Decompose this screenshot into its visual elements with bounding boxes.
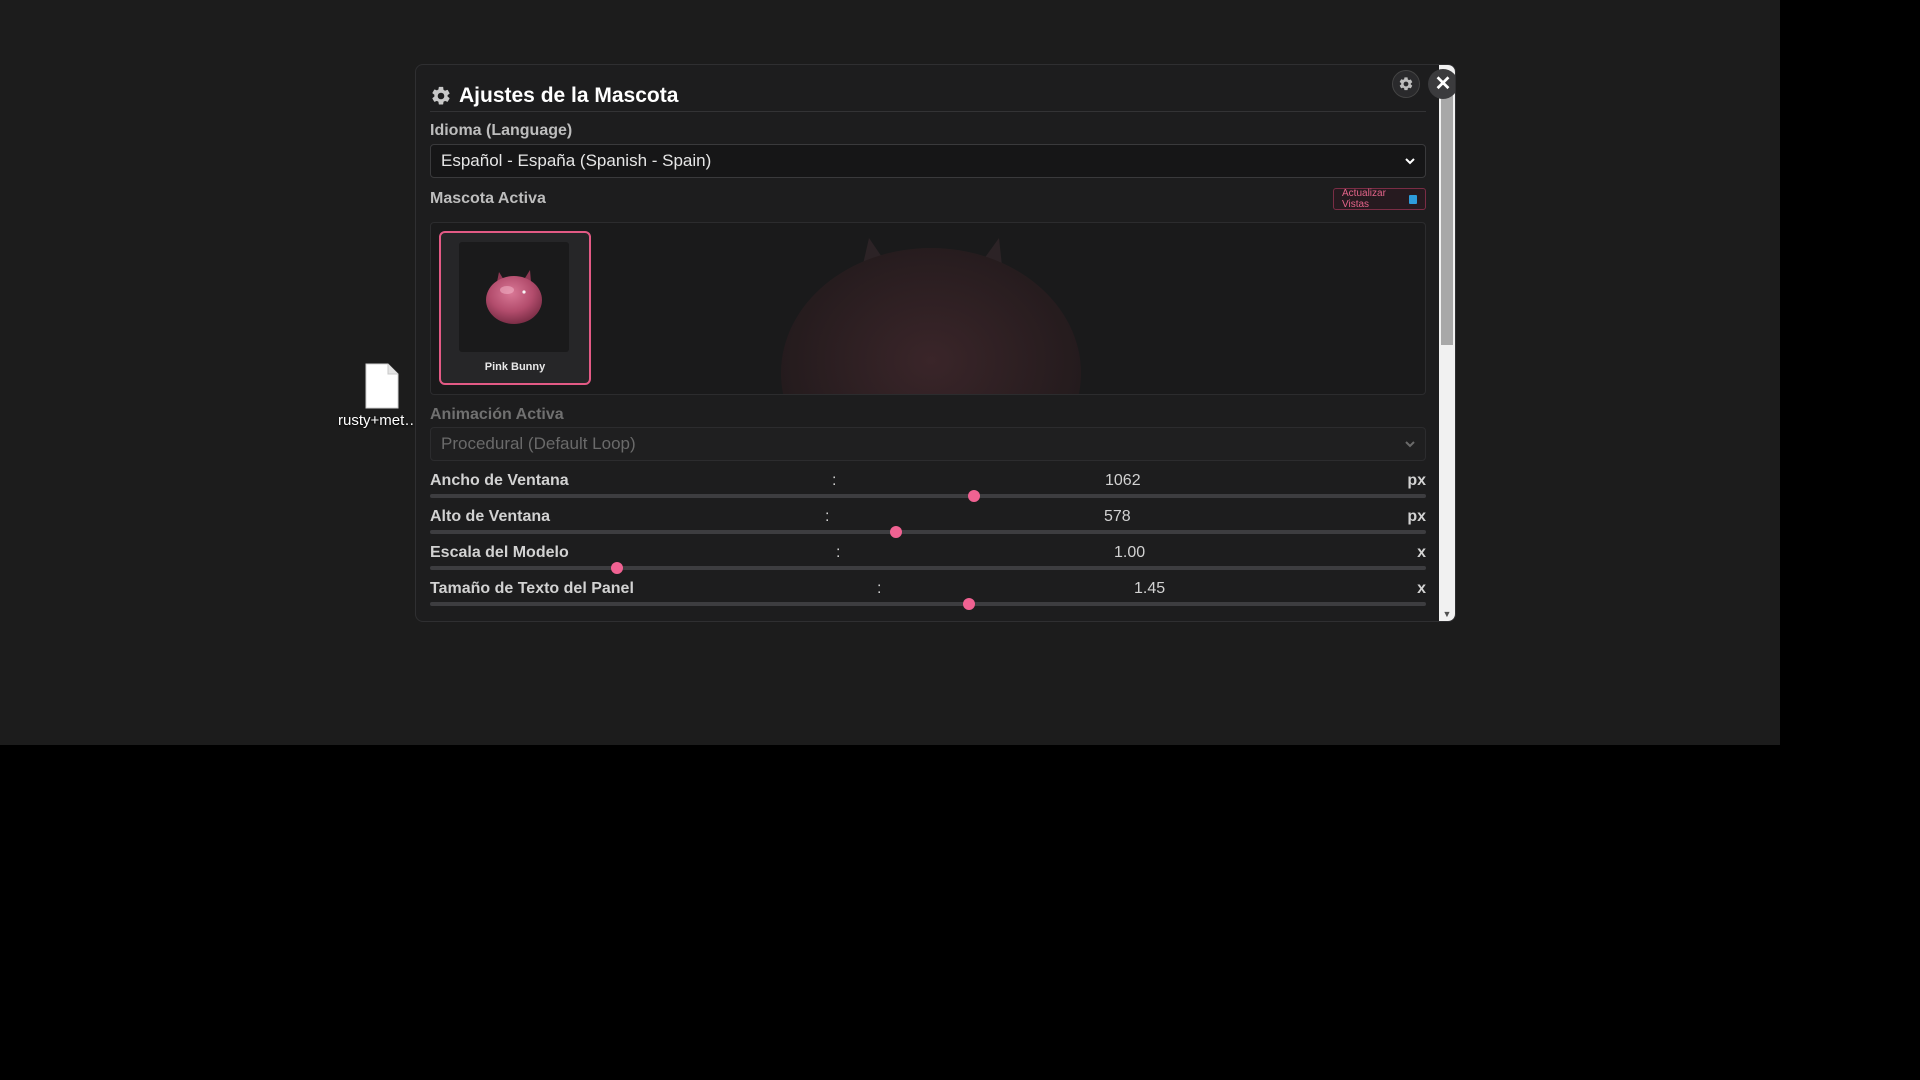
header-divider <box>430 111 1426 112</box>
settings-gear-button[interactable] <box>1392 70 1420 98</box>
slider-value: 1062 <box>1105 472 1141 489</box>
slider-track[interactable] <box>430 566 1426 570</box>
slider-value: 578 <box>1104 508 1131 525</box>
language-selected-value: Español - España (Spanish - Spain) <box>441 151 712 170</box>
slider-label: Tamaño de Texto del Panel <box>430 580 634 597</box>
file-icon <box>365 363 399 409</box>
slider-track[interactable] <box>430 494 1426 498</box>
slider-value: 1.00 <box>1114 544 1146 561</box>
slider-panel-text-size: Tamaño de Texto del Panel : 1.45 x <box>430 580 1426 614</box>
language-select[interactable]: Español - España (Spanish - Spain) <box>430 144 1426 178</box>
pet-label: Mascota Activa <box>430 190 546 207</box>
pet-name: Pink Bunny <box>484 361 546 373</box>
pet-gallery: Pink Bunny <box>430 222 1426 395</box>
slider-thumb[interactable] <box>890 526 903 538</box>
slider-thumb[interactable] <box>962 598 975 610</box>
refresh-views-label: Actualizar Vistas <box>1342 188 1386 210</box>
language-label: Idioma (Language) <box>430 122 573 139</box>
refresh-icon <box>1409 194 1417 204</box>
slider-track[interactable] <box>430 602 1426 606</box>
slider-label: Ancho de Ventana <box>430 472 569 489</box>
refresh-views-button[interactable]: Actualizar Vistas <box>1333 188 1426 210</box>
pet-thumbnail <box>459 242 569 352</box>
slider-model-scale: Escala del Modelo : 1.00 x <box>430 544 1426 578</box>
pet-model-icon <box>486 270 542 324</box>
slider-label: Escala del Modelo <box>430 544 569 561</box>
chevron-down-icon <box>1405 158 1415 165</box>
animation-select[interactable]: Procedural (Default Loop) <box>430 427 1426 461</box>
close-button[interactable]: ✕ <box>1428 69 1455 99</box>
slider-unit: px <box>1407 508 1426 525</box>
scroll-down-arrow-icon[interactable]: ▼ <box>1439 609 1455 619</box>
desktop-file-name: rusty+metal... <box>338 412 424 429</box>
chevron-down-icon <box>1405 441 1415 448</box>
window-title: Ajustes de la Mascota <box>459 84 679 107</box>
window-header: Ajustes de la Mascota <box>430 81 678 111</box>
slider-colon: : <box>836 544 841 561</box>
slider-unit: px <box>1407 472 1426 489</box>
scrollbar-thumb[interactable] <box>1441 85 1453 345</box>
slider-unit: x <box>1417 580 1426 597</box>
slider-track[interactable] <box>430 530 1426 534</box>
slider-window-width: Ancho de Ventana : 1062 px <box>430 472 1426 506</box>
scrollbar[interactable]: ▼ <box>1439 65 1455 621</box>
slider-unit: x <box>1417 544 1426 561</box>
animation-label: Animación Activa <box>430 406 564 423</box>
slider-window-height: Alto de Ventana : 578 px <box>430 508 1426 542</box>
slider-label: Alto de Ventana <box>430 508 551 525</box>
pet-card[interactable]: Pink Bunny <box>439 231 591 385</box>
slider-colon: : <box>832 472 837 489</box>
animation-selected-value: Procedural (Default Loop) <box>441 434 636 453</box>
gear-icon <box>1399 77 1413 91</box>
slider-thumb[interactable] <box>611 562 624 574</box>
slider-colon: : <box>877 580 882 597</box>
settings-window: Ajustes de la Mascota Idioma (Language) … <box>415 64 1456 622</box>
slider-colon: : <box>825 508 830 525</box>
slider-value: 1.45 <box>1134 580 1166 597</box>
pet-preview-background <box>781 238 1081 394</box>
gear-icon <box>432 86 450 105</box>
slider-thumb[interactable] <box>967 490 980 502</box>
